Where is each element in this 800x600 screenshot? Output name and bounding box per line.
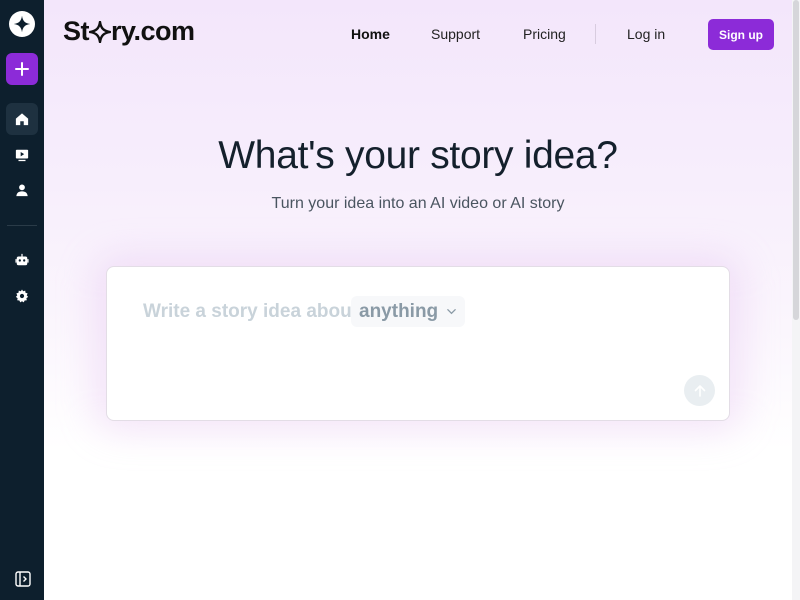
topic-dropdown[interactable]: anything	[351, 296, 466, 327]
nav-support-link[interactable]: Support	[431, 26, 480, 42]
sidebar-toggle-icon	[15, 571, 31, 587]
sidebar	[0, 0, 44, 600]
sidebar-item-home[interactable]	[6, 103, 38, 135]
nav-home-link[interactable]: Home	[351, 26, 390, 42]
sidebar-item-videos[interactable]	[6, 139, 38, 171]
sidebar-item-settings[interactable]	[6, 280, 38, 312]
plus-icon	[15, 62, 29, 76]
scrollbar[interactable]	[792, 0, 800, 600]
sidebar-toggle-button[interactable]	[14, 570, 32, 588]
sidebar-item-profile[interactable]	[6, 174, 38, 206]
sidebar-divider	[7, 225, 37, 226]
video-icon	[15, 149, 29, 162]
topic-dropdown-value: anything	[359, 300, 439, 322]
login-link[interactable]: Log in	[627, 26, 665, 42]
brand-logo[interactable]: St ry.com	[63, 16, 195, 47]
chevron-down-icon	[447, 309, 456, 315]
home-icon	[15, 113, 29, 126]
gear-icon	[15, 289, 29, 303]
sidebar-item-characters[interactable]	[6, 244, 38, 276]
main-area: St ry.com Home Support Pricing Log in Si…	[44, 0, 792, 600]
brand-star-icon	[89, 20, 111, 43]
page-title: What's your story idea?	[218, 134, 618, 177]
scrollbar-thumb[interactable]	[793, 0, 799, 320]
new-story-button[interactable]	[6, 53, 38, 85]
arrow-up-icon	[694, 384, 705, 397]
page-subtitle: Turn your idea into an AI video or AI st…	[271, 195, 565, 212]
submit-button[interactable]	[684, 375, 715, 406]
robot-icon	[15, 253, 29, 266]
prompt-card[interactable]: Write a story idea about anything	[106, 266, 730, 421]
user-icon	[16, 184, 28, 197]
nav-pricing-link[interactable]: Pricing	[523, 26, 566, 42]
prompt-input-placeholder[interactable]: Write a story idea about	[143, 301, 358, 323]
signup-button[interactable]: Sign up	[708, 19, 774, 50]
logo-icon[interactable]	[9, 11, 35, 37]
nav-divider	[595, 24, 596, 44]
